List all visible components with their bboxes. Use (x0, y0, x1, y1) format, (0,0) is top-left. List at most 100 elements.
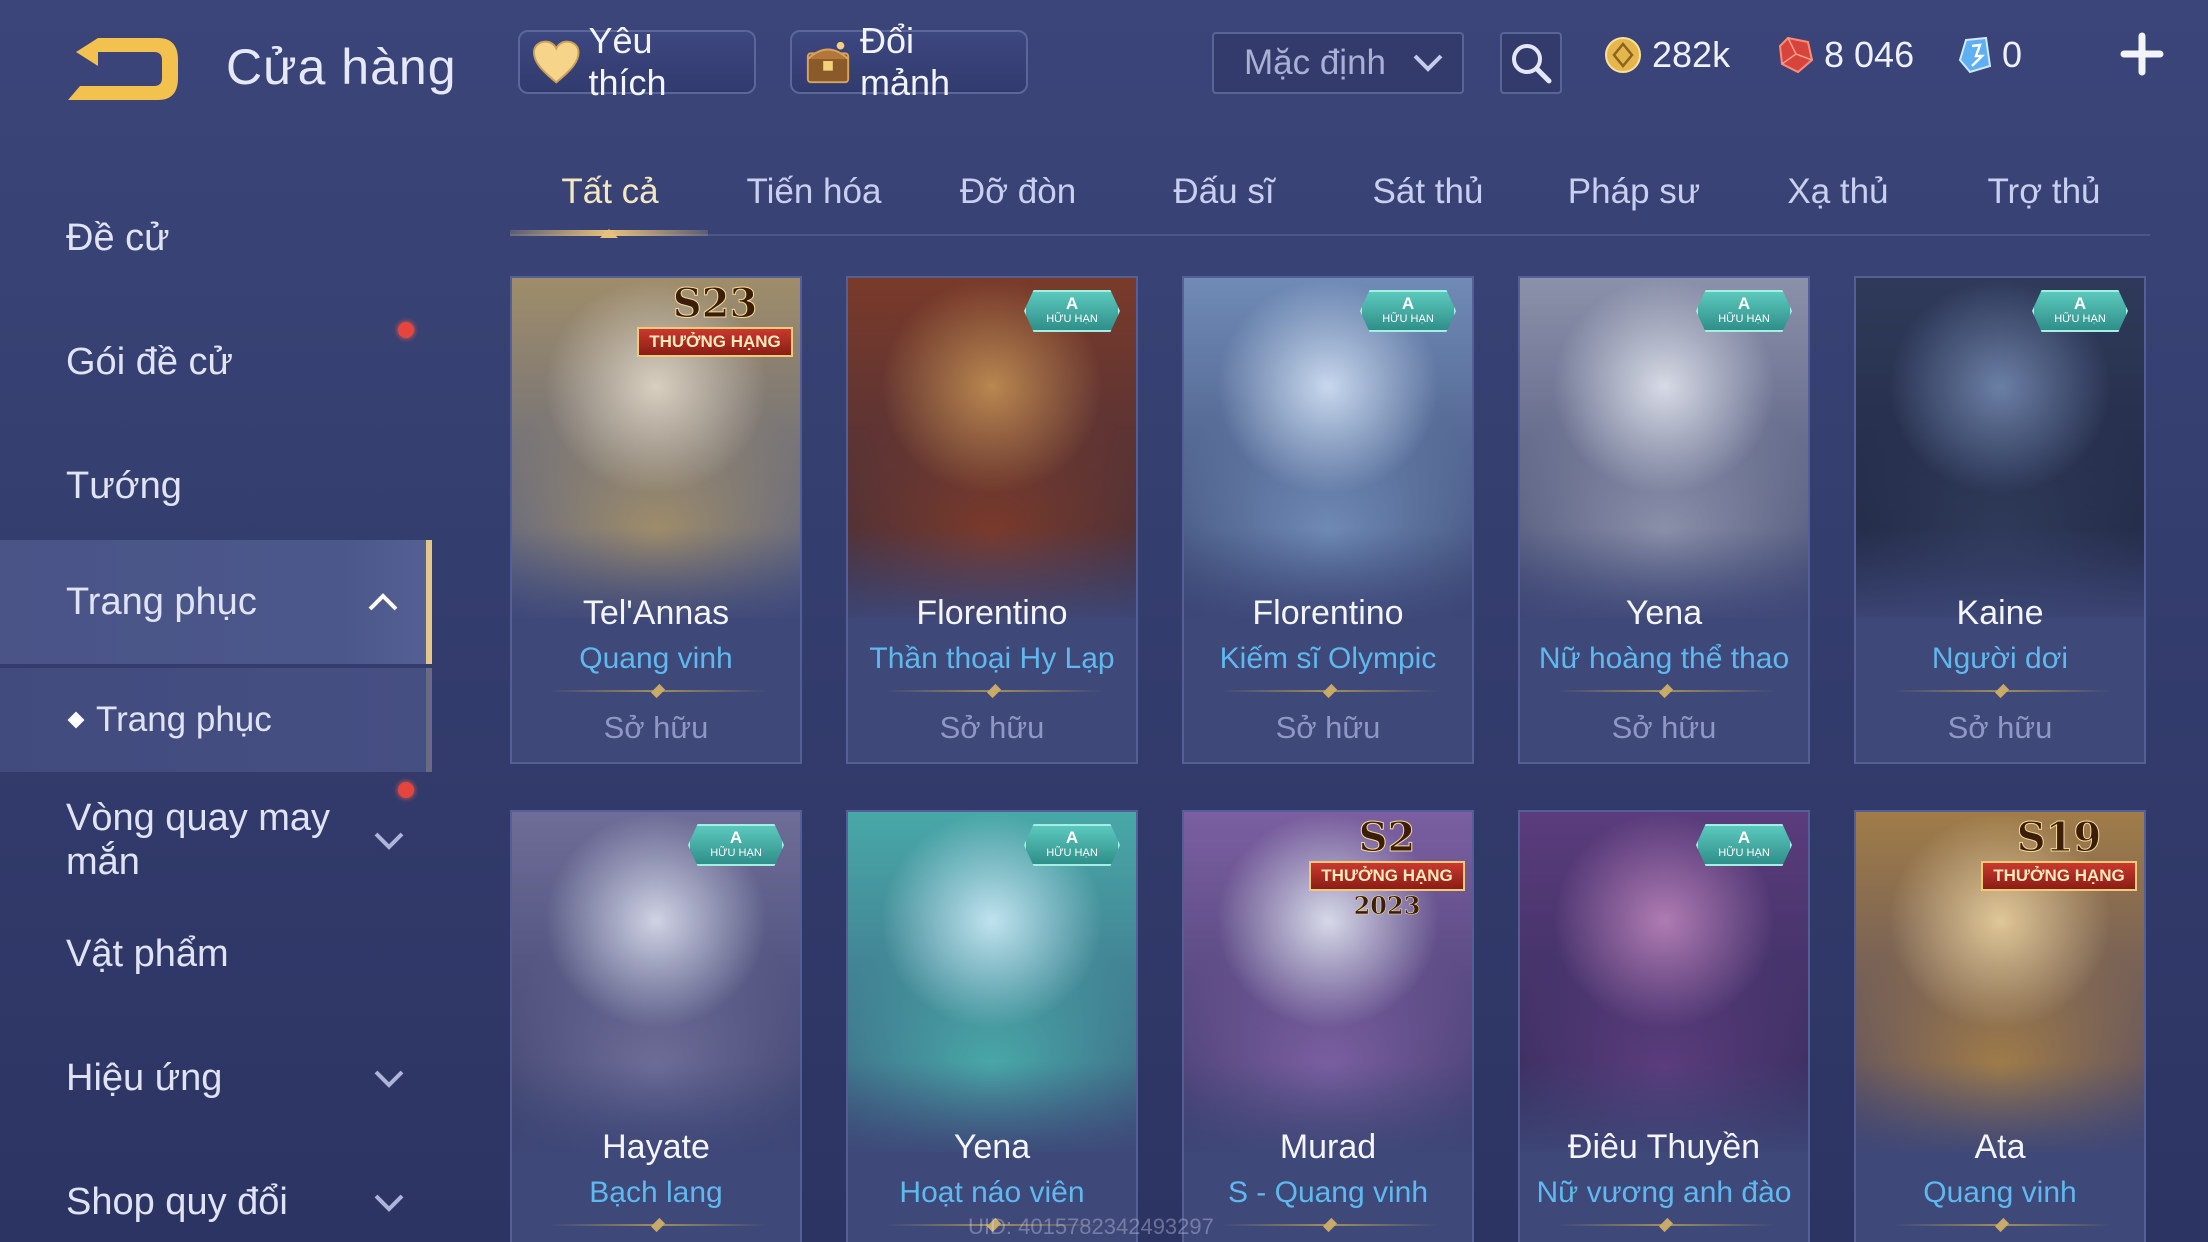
voucher-balance: 8 046 (1778, 34, 1914, 76)
tab-tank[interactable]: Đỡ đòn (918, 172, 1118, 212)
sidebar-item-label: Hiệu ứng (66, 1056, 223, 1099)
sidebar-subitem-skins[interactable]: Trang phục (0, 668, 432, 772)
ornament-divider (1892, 1224, 2112, 1226)
hero-name: Murad (1279, 1128, 1377, 1166)
skin-card[interactable]: AHỮU HẠNHayateBạch langSở hữu (510, 810, 802, 1242)
voucher-amount: 8 046 (1824, 34, 1915, 75)
sidebar-item-featured[interactable]: Đề cử (0, 200, 432, 276)
chevron-up-icon (368, 593, 398, 611)
badge-letter: A (2073, 294, 2087, 313)
badge-text: HỮU HẠN (1046, 847, 1098, 859)
ornament-divider (548, 690, 768, 692)
badge-text: HỮU HẠN (1046, 313, 1098, 325)
skin-card[interactable]: AHỮU HẠNYenaHoạt náo viênSở hữu (846, 810, 1138, 1242)
ornament-divider (1556, 1224, 1776, 1226)
badge-text: HỮU HẠN (710, 847, 762, 859)
sidebar-item-label: Vật phẩm (66, 932, 229, 975)
sidebar-item-heroes[interactable]: Tướng (0, 448, 432, 524)
rank-reward-label: THƯỞNG HẠNG (1309, 861, 1465, 891)
sidebar-item-label: Trang phục (66, 580, 257, 623)
sidebar-item-label: Đề cử (66, 216, 170, 259)
skin-name: S - Quang vinh (1227, 1176, 1429, 1209)
active-tab-indicator (510, 230, 708, 236)
badge-text: HỮU HẠN (1718, 313, 1770, 325)
card-shade (1856, 1062, 2144, 1192)
tab-all[interactable]: Tất cả (510, 172, 710, 212)
add-currency-icon[interactable] (2118, 30, 2166, 78)
skin-card[interactable]: S2THƯỞNG HẠNG2023MuradS - Quang vinhSở h… (1182, 810, 1474, 1242)
page-title: Cửa hàng (226, 39, 457, 95)
badge-letter: A (1401, 294, 1415, 313)
rank-reward-label: THƯỞNG HẠNG (1981, 861, 2137, 891)
skin-name: Nữ hoàng thể thao (1538, 642, 1790, 675)
back-arrow-icon[interactable] (62, 30, 182, 106)
skin-grid: S23 THƯỞNG HẠNG Tel'Annas Quang vinh Sở hữu A… (510, 276, 2150, 1242)
skin-card[interactable]: S23 THƯỞNG HẠNG Tel'Annas Quang vinh Sở hữu (510, 276, 802, 764)
uid-watermark: UID: 4015782342493297 (968, 1214, 1214, 1239)
season-year: 2023 (1353, 891, 1421, 921)
badge-letter: A (1065, 828, 1079, 847)
gold-balance: 282k (1604, 34, 1730, 76)
hero-name: Kaine (1956, 594, 2044, 632)
sort-dropdown[interactable]: Mặc định (1212, 32, 1464, 94)
tab-support[interactable]: Trợ thủ (1944, 172, 2144, 212)
tab-evolution[interactable]: Tiến hóa (714, 172, 914, 212)
card-shade (1856, 528, 2144, 658)
limited-badge: A HỮU HẠN (1024, 824, 1120, 866)
shard-exchange-button[interactable]: Đổi mảnh (790, 20, 1028, 103)
season-label: S2 (1358, 814, 1416, 862)
limited-badge: A HỮU HẠN (1360, 290, 1456, 332)
search-button[interactable] (1500, 32, 1562, 94)
category-sidebar: Đề cử Gói đề cử Tướng Trang phục Trang p… (0, 150, 432, 1242)
hero-name: Yena (953, 1128, 1031, 1166)
skin-card[interactable]: A HỮU HẠN Florentino Thần thoại Hy Lạp Sở hữ… (846, 276, 1138, 764)
gem-amount: 0 (2002, 34, 2023, 75)
bullet-diamond-icon (67, 711, 85, 729)
skin-card[interactable]: A HỮU HẠN Kaine Người dơi Sở hữu (1854, 276, 2146, 764)
sidebar-item-effects[interactable]: Hiệu ứng (0, 1040, 432, 1116)
sidebar-item-exchange-shop[interactable]: Shop quy đổi (0, 1164, 432, 1240)
skin-card[interactable]: A HỮU HẠN Yena Nữ hoàng thể thao Sở hữu (1518, 276, 1810, 764)
tab-mage[interactable]: Pháp sư (1534, 172, 1734, 212)
sidebar-item-label: Shop quy đổi (66, 1180, 288, 1223)
chevron-down-icon (1413, 54, 1443, 72)
badge-text: HỮU HẠN (1718, 847, 1770, 859)
favorites-button[interactable]: Yêu thích (518, 20, 756, 103)
limited-badge: A HỮU HẠN (1696, 824, 1792, 866)
season-label: S23 (672, 280, 758, 328)
sidebar-item-featured-bundles[interactable]: Gói đề cử (0, 322, 432, 400)
tab-assassin[interactable]: Sát thủ (1328, 172, 1528, 212)
season-rank-badge: S2 THƯỞNG HẠNG 2023 (1302, 812, 1472, 920)
skin-name: Quang vinh (1923, 1176, 2077, 1209)
card-shade (1184, 1062, 1472, 1192)
favorites-label: Yêu thích (588, 20, 667, 103)
shard-exchange-label: Đổi mảnh (860, 20, 951, 103)
card-shade (512, 1062, 800, 1192)
skin-card[interactable]: AHỮU HẠNĐiêu ThuyềnNữ vương anh đàoSở hữ… (1518, 810, 1810, 1242)
sidebar-item-items[interactable]: Vật phẩm (0, 916, 432, 992)
badge-letter: A (1737, 294, 1751, 313)
gold-coin-icon (1605, 37, 1641, 73)
sidebar-item-lucky-wheel[interactable]: Vòng quay may mắn (0, 780, 432, 900)
badge-text: HỮU HẠN (2054, 313, 2106, 325)
sidebar-item-label: Gói đề cử (66, 340, 233, 383)
ornament-divider (548, 1224, 768, 1226)
ornament-divider (1220, 690, 1440, 692)
hero-name: Yena (1625, 594, 1703, 632)
skin-card[interactable]: A HỮU HẠN Florentino Kiếm sĩ Olympic Sở hữu (1182, 276, 1474, 764)
ruby-icon (1778, 36, 1814, 74)
ornament-divider (1892, 690, 2112, 692)
skin-name: Bạch lang (589, 1176, 723, 1209)
owned-status: Sở hữu (1611, 710, 1717, 745)
skin-card[interactable]: S19THƯỞNG HẠNGAtaQuang vinhSở hữu (1854, 810, 2146, 1242)
hero-name: Florentino (916, 594, 1068, 632)
tab-marksman[interactable]: Xạ thủ (1738, 172, 1938, 212)
hero-name: Hayate (602, 1128, 710, 1166)
owned-status: Sở hữu (939, 710, 1045, 745)
rank-reward-label: THƯỞNG HẠNG (637, 327, 793, 357)
sidebar-item-skins[interactable]: Trang phục (0, 540, 432, 664)
card-shade (1520, 528, 1808, 658)
ornament-divider (884, 690, 1104, 692)
sort-value: Mặc định (1244, 43, 1387, 82)
tab-fighter[interactable]: Đấu sĩ (1124, 172, 1324, 212)
